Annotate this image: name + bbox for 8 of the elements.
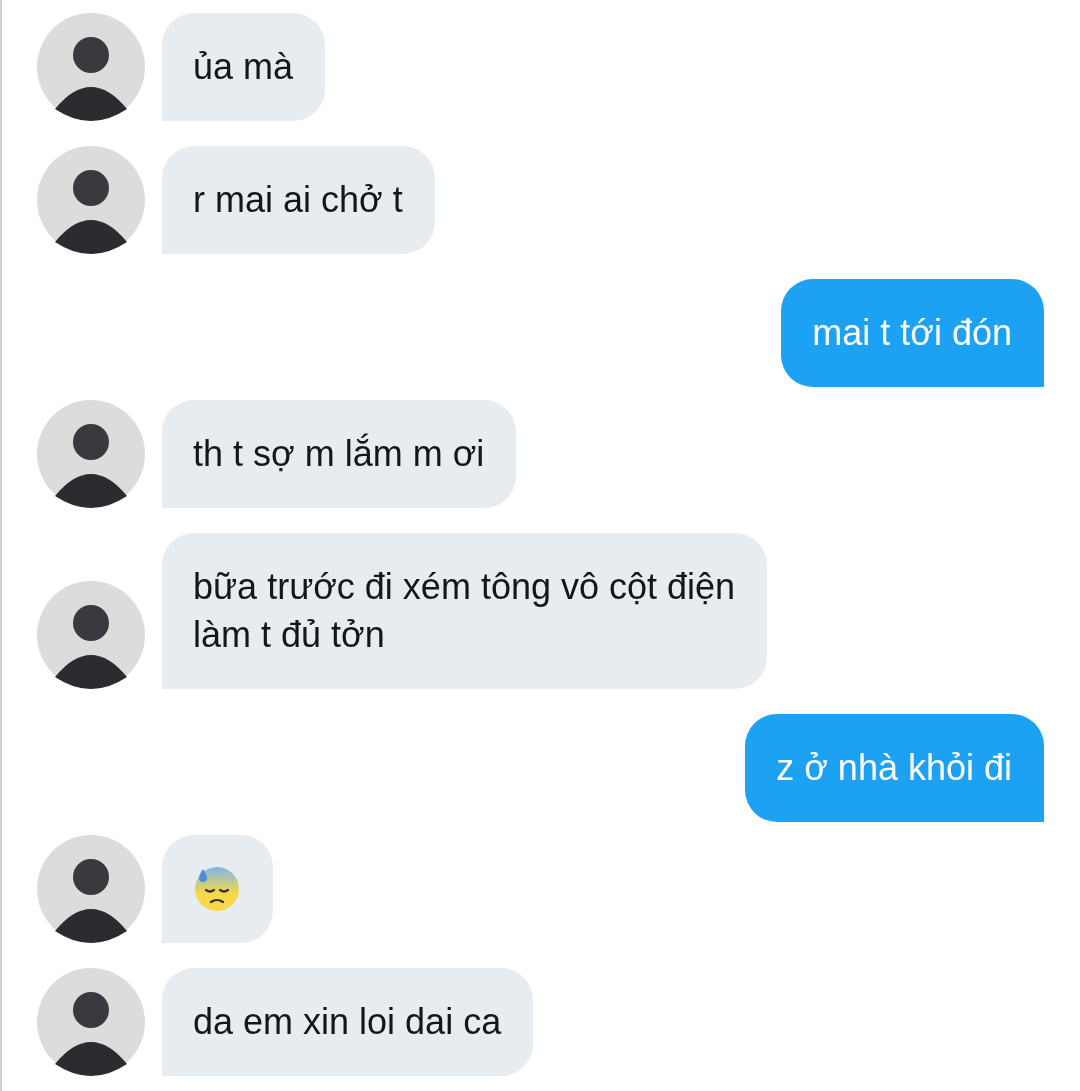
message-bubble: r mai ai chở t [162, 146, 435, 254]
message-bubble: mai t tới đón [781, 279, 1044, 387]
sweat-face-icon [193, 865, 241, 913]
message-bubble: th t sợ m lắm m ơi [162, 400, 517, 508]
message-bubble: da em xin loi dai ca [162, 968, 534, 1076]
message-bubble: z ở nhà khỏi đi [745, 714, 1044, 822]
message-bubble: bữa trước đi xém tông vô cột điện làm t đủ tởn [162, 533, 768, 689]
message-bubble: ủa mà [162, 13, 326, 121]
